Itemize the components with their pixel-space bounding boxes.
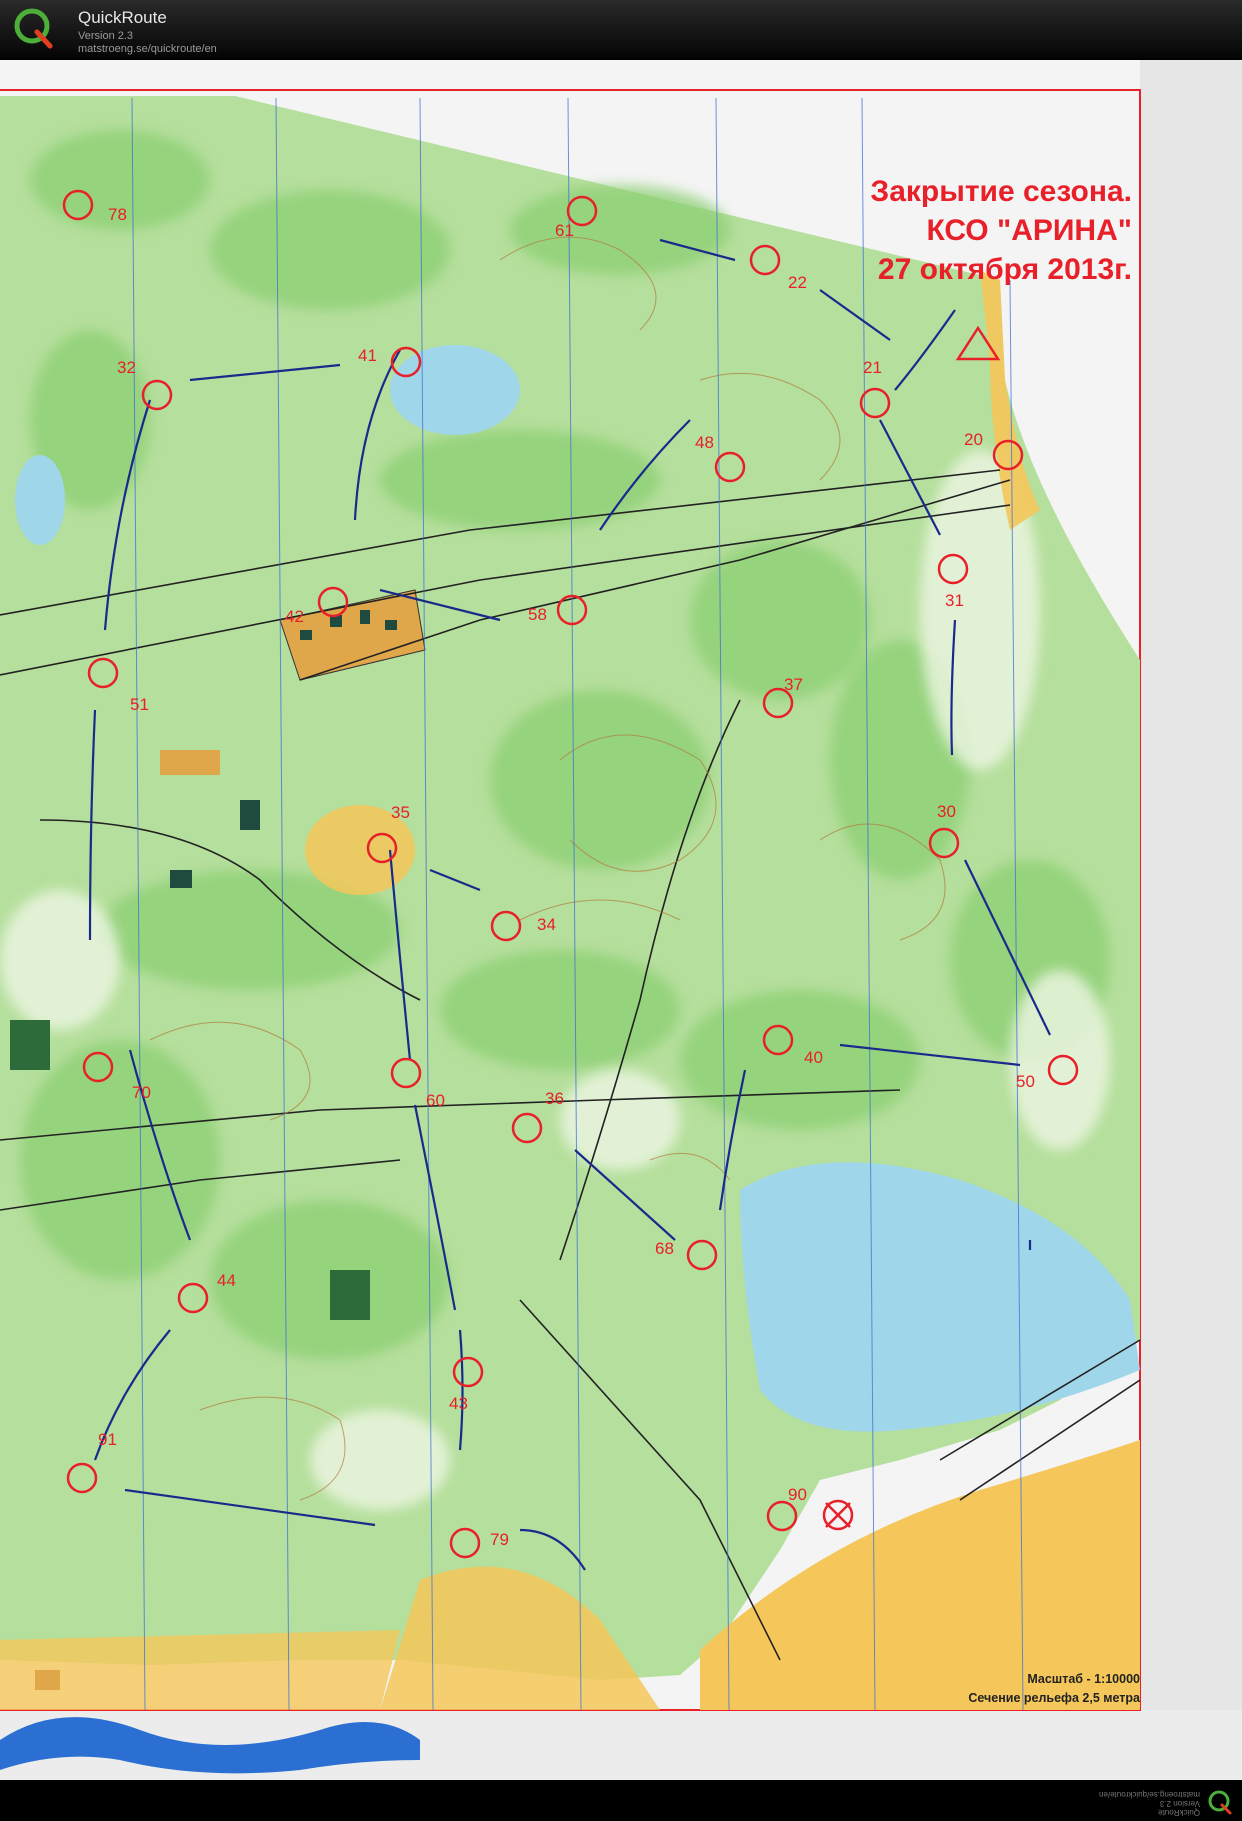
control-code-label: 70: [132, 1083, 151, 1102]
control-code-label: 61: [555, 221, 574, 240]
map-contour-interval: Сечение рельефа 2,5 метра: [968, 1691, 1140, 1705]
control-code-label: 51: [130, 695, 149, 714]
footer-watermark: QuickRoute Version 2.3 matstroeng.se/qui…: [1099, 1790, 1200, 1817]
app-url[interactable]: matstroeng.se/quickroute/en: [78, 43, 217, 55]
app-version: Version 2.3: [78, 30, 134, 42]
map-scale-info: Масштаб - 1:10000 Сечение рельефа 2,5 ме…: [968, 1670, 1140, 1708]
control-code-label: 41: [358, 346, 377, 365]
map-title-line-1: Закрытие сезона.: [870, 175, 1132, 208]
map-scale: Масштаб - 1:10000: [1027, 1672, 1140, 1686]
control-code-label: 58: [528, 605, 547, 624]
footer-app-name: QuickRoute: [1158, 1808, 1200, 1817]
control-code-label: 79: [490, 1530, 509, 1549]
control-code-label: 78: [108, 205, 127, 224]
footer-app-version: Version 2.3: [1159, 1799, 1200, 1808]
scanned-map-sheet[interactable]: 78 61 22 32 41 21 48 20 42 58 31 51 37 35 30 34 70 40 50 60…: [0, 60, 1242, 1780]
finish-cross-icon[interactable]: [822, 1499, 854, 1531]
map-title: Закрытие сезона. КСО "АРИНА" 27 октября …: [870, 172, 1132, 289]
quickroute-logo-icon: [14, 8, 53, 49]
control-code-label: 91: [98, 1430, 117, 1449]
control-code-label: 21: [863, 358, 882, 377]
quickroute-footer-logo-icon: [1208, 1790, 1232, 1815]
control-code-label: 20: [964, 430, 983, 449]
control-code-label: 43: [449, 1394, 468, 1413]
app-header: QuickRoute Version 2.3 matstroeng.se/qui…: [0, 0, 1242, 58]
control-code-label: 90: [788, 1485, 807, 1504]
control-code-label: 34: [537, 915, 556, 934]
map-title-line-2: КСО "АРИНА": [926, 214, 1132, 247]
control-code-label: 40: [804, 1048, 823, 1067]
orienteering-map[interactable]: 78 61 22 32 41 21 48 20 42 58 31 51 37 35 30 34 70 40 50 60…: [0, 60, 1242, 1780]
control-code-label: 68: [655, 1239, 674, 1258]
app-footer: QuickRoute Version 2.3 matstroeng.se/qui…: [0, 1782, 1242, 1821]
app-name: QuickRoute: [78, 8, 167, 27]
control-code-label: 48: [695, 433, 714, 452]
control-code-label: 22: [788, 273, 807, 292]
control-code-label: 50: [1016, 1072, 1035, 1091]
control-code-label: 44: [217, 1271, 236, 1290]
control-code-label: 31: [945, 591, 964, 610]
map-title-line-3: 27 октября 2013г.: [877, 253, 1132, 286]
paper-edge-right: [1140, 60, 1242, 1780]
control-code-label: 37: [784, 675, 803, 694]
footer-app-url: matstroeng.se/quickroute/en: [1099, 1790, 1200, 1799]
control-code-label: 42: [285, 607, 304, 626]
control-code-label: 32: [117, 358, 136, 377]
control-code-label: 60: [426, 1091, 445, 1110]
control-code-label: 30: [937, 802, 956, 821]
control-code-label: 36: [545, 1089, 564, 1108]
control-code-label: 35: [391, 803, 410, 822]
